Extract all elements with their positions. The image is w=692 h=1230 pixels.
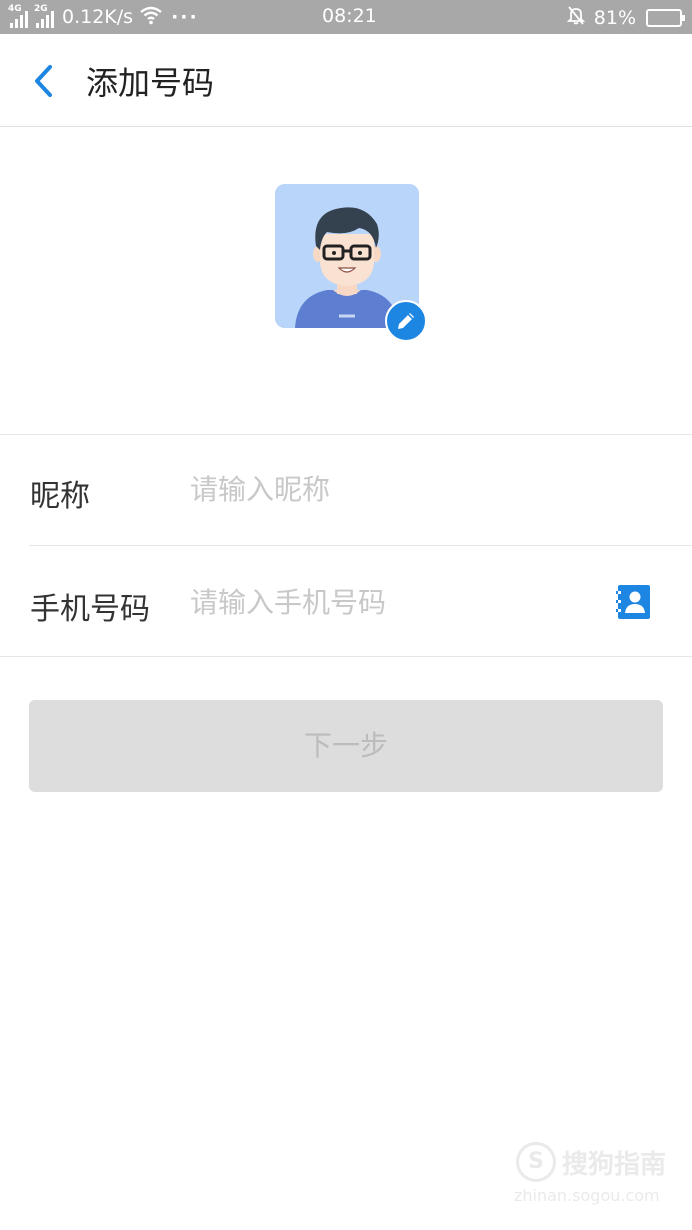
back-button[interactable] [26,59,60,103]
chevron-left-icon [35,65,52,97]
nickname-label: 昵称 [30,479,90,514]
network-type-2g: 2G [34,4,48,14]
battery-percentage: 81% [593,6,636,29]
watermark: S 搜狗指南 zhinan.sogou.com [512,1140,682,1210]
nickname-row: 昵称 [0,435,692,545]
page-title: 添加号码 [86,64,215,102]
more-notifications-icon: ··· [171,6,199,28]
phone-input[interactable] [190,582,590,622]
status-time: 08:21 [322,5,377,27]
contacts-picker-button[interactable] [616,584,650,620]
signal-4g-indicator: 4G [8,4,28,28]
edit-avatar-button[interactable] [385,300,427,342]
nickname-input[interactable] [190,469,650,509]
network-speed: 0.12K/s [62,6,134,28]
divider [0,656,692,657]
watermark-name: 搜狗指南 [562,1150,667,1180]
status-bar-right: 81% [566,5,685,30]
bell-off-icon [566,5,586,30]
pencil-icon [398,313,414,329]
next-step-button[interactable]: 下一步 [29,700,663,792]
phone-label: 手机号码 [30,592,150,627]
status-bar-left: 4G 2G 0.12K/s ··· [8,4,199,30]
title-bar: 添加号码 [0,34,692,127]
network-type-4g: 4G [8,4,22,14]
battery-icon [646,8,685,27]
phone-row: 手机号码 [0,546,692,656]
wifi-icon [139,5,163,30]
watermark-logo-icon: S [516,1142,556,1182]
contacts-book-icon [616,585,650,619]
watermark-url: zhinan.sogou.com [514,1186,660,1205]
status-bar: 4G 2G 0.12K/s ··· 08:21 81% [0,0,692,34]
signal-2g-indicator: 2G [34,4,54,28]
